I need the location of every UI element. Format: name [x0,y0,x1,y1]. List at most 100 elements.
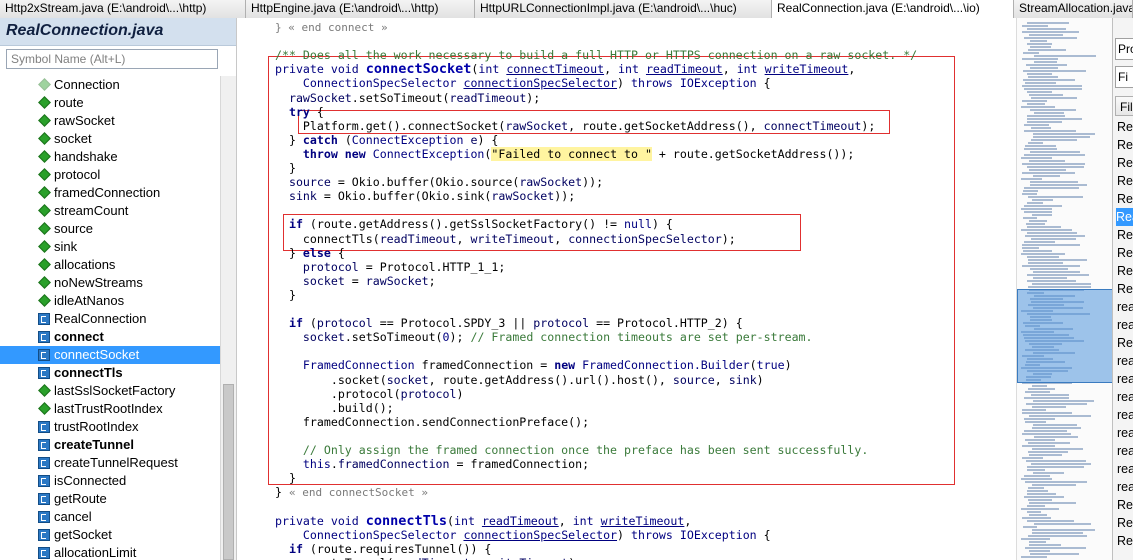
minimap-line [1025,439,1055,441]
symbol-item[interactable]: idleAtNanos [0,292,220,310]
minimap-line [1030,40,1047,42]
minimap-line [1024,130,1076,132]
editor-tab[interactable]: HttpURLConnectionImpl.java (E:\android\.… [475,0,772,18]
file-list-item[interactable]: rea [1117,442,1133,460]
project-selector[interactable]: Pro [1115,38,1133,60]
code-token: ConnectionSpecSelector [275,527,464,542]
code-token: , [558,513,573,528]
symbol-item[interactable]: RealConnection [0,310,220,328]
file-list-item[interactable]: rea [1117,388,1133,406]
minimap-line [1032,406,1066,408]
minimap-line [1028,487,1044,489]
symbol-item[interactable]: source [0,220,220,238]
symbol-item[interactable]: connect [0,328,220,346]
symbol-item-label: handshake [54,149,118,164]
minimap-line [1021,538,1050,540]
file-list-item[interactable]: rea [1117,370,1133,388]
file-list-item[interactable]: rea [1117,424,1133,442]
symbol-item[interactable]: cancel [0,508,220,526]
code-token: rawSocket [505,118,569,133]
file-list-item[interactable]: Rea [1117,280,1133,298]
symbol-list-scrollbar[interactable] [220,76,236,560]
code-line: private void connectSocket(int connectTi… [275,62,855,76]
file-list-item[interactable]: rea [1117,406,1133,424]
symbol-item[interactable]: isConnected [0,472,220,490]
file-list-item[interactable]: Rea [1117,118,1133,136]
file-list-item[interactable]: rea [1117,316,1133,334]
symbol-item[interactable]: protocol [0,166,220,184]
symbol-item[interactable]: lastTrustRootIndex [0,400,220,418]
file-list-item[interactable]: Rea [1117,190,1133,208]
code-editor[interactable]: } « end connect » /** Does all the work n… [238,18,1016,560]
symbol-item[interactable]: route [0,94,220,112]
editor-tab[interactable]: Http2xStream.java (E:\android\...\http) [0,0,246,18]
editor-tab[interactable]: StreamAllocation.java (E:\android\... [1014,0,1133,18]
symbol-item[interactable]: connectSocket [0,346,220,364]
minimap-line [1031,394,1069,396]
file-filter-input[interactable]: Fi [1115,66,1133,88]
symbol-item[interactable]: framedConnection [0,184,220,202]
code-token: .setSoTimeout( [344,330,443,345]
file-list-item[interactable]: Rea [1117,496,1133,514]
editor-tab[interactable]: HttpEngine.java (E:\android\...\http) [246,0,475,18]
symbol-item[interactable]: createTunnel [0,436,220,454]
file-list-item[interactable]: rea [1117,460,1133,478]
file-name-title: RealConnection.java [6,22,164,39]
file-column-header[interactable]: File [1115,96,1133,116]
code-token: if [275,217,310,232]
code-token: readTimeout [379,231,457,246]
minimap-line [1023,79,1075,81]
minimap-line [1028,286,1091,288]
symbol-item[interactable]: rawSocket [0,112,220,130]
scrollbar-thumb[interactable] [223,384,234,560]
symbol-item[interactable]: socket [0,130,220,148]
minimap-line [1027,256,1059,258]
symbol-item-label: route [54,95,84,110]
minimap-line [1027,232,1077,234]
editor-tab[interactable]: RealConnection.java (E:\android\...\io) [772,0,1014,18]
minimap-line [1028,49,1066,51]
symbol-item[interactable]: streamCount [0,202,220,220]
file-list-item[interactable]: Rea [1117,244,1133,262]
symbol-item[interactable]: trustRootIndex [0,418,220,436]
file-list-item[interactable]: Rea [1117,226,1133,244]
file-list-item[interactable]: Rea [1116,208,1133,226]
minimap-line [1028,76,1058,78]
symbol-item[interactable]: Connection [0,76,220,94]
symbol-item[interactable]: lastSslSocketFactory [0,382,220,400]
minimap-line [1029,550,1050,552]
file-list-item[interactable]: Rea [1117,172,1133,190]
minimap-line [1027,43,1052,45]
file-list-item[interactable]: Rea [1117,154,1133,172]
symbol-item-label: noNewStreams [54,275,143,290]
symbol-item[interactable]: allocations [0,256,220,274]
symbol-item[interactable]: getSocket [0,526,220,544]
symbol-item-label: streamCount [54,203,129,218]
code-token: ConnectionSpecSelector [275,76,464,91]
file-list-item[interactable]: Rea [1117,136,1133,154]
file-list-item[interactable]: rea [1117,478,1133,496]
symbol-search-input[interactable] [6,49,218,69]
minimap-viewport[interactable] [1017,289,1112,383]
file-list-item[interactable]: Rea [1117,514,1133,532]
symbol-item[interactable]: getRoute [0,490,220,508]
minimap-line [1034,436,1078,438]
file-list-item[interactable]: rea [1117,352,1133,370]
code-line: .protocol(protocol) [275,387,464,401]
code-minimap[interactable] [1016,18,1112,560]
minimap-line [1032,214,1052,216]
minimap-line [1021,253,1065,255]
minimap-line [1028,196,1083,198]
symbol-item[interactable]: connectTls [0,364,220,382]
file-list-item[interactable]: rea [1117,298,1133,316]
symbol-item[interactable]: handshake [0,148,220,166]
file-list-item[interactable]: Rea [1117,532,1133,550]
code-token: throws [631,527,680,542]
symbol-item[interactable]: allocationLimit [0,544,220,560]
minimap-line [1027,511,1041,513]
symbol-item[interactable]: noNewStreams [0,274,220,292]
file-list-item[interactable]: Rea [1117,334,1133,352]
file-list-item[interactable]: Rea [1117,262,1133,280]
symbol-item[interactable]: createTunnelRequest [0,454,220,472]
symbol-item[interactable]: sink [0,238,220,256]
